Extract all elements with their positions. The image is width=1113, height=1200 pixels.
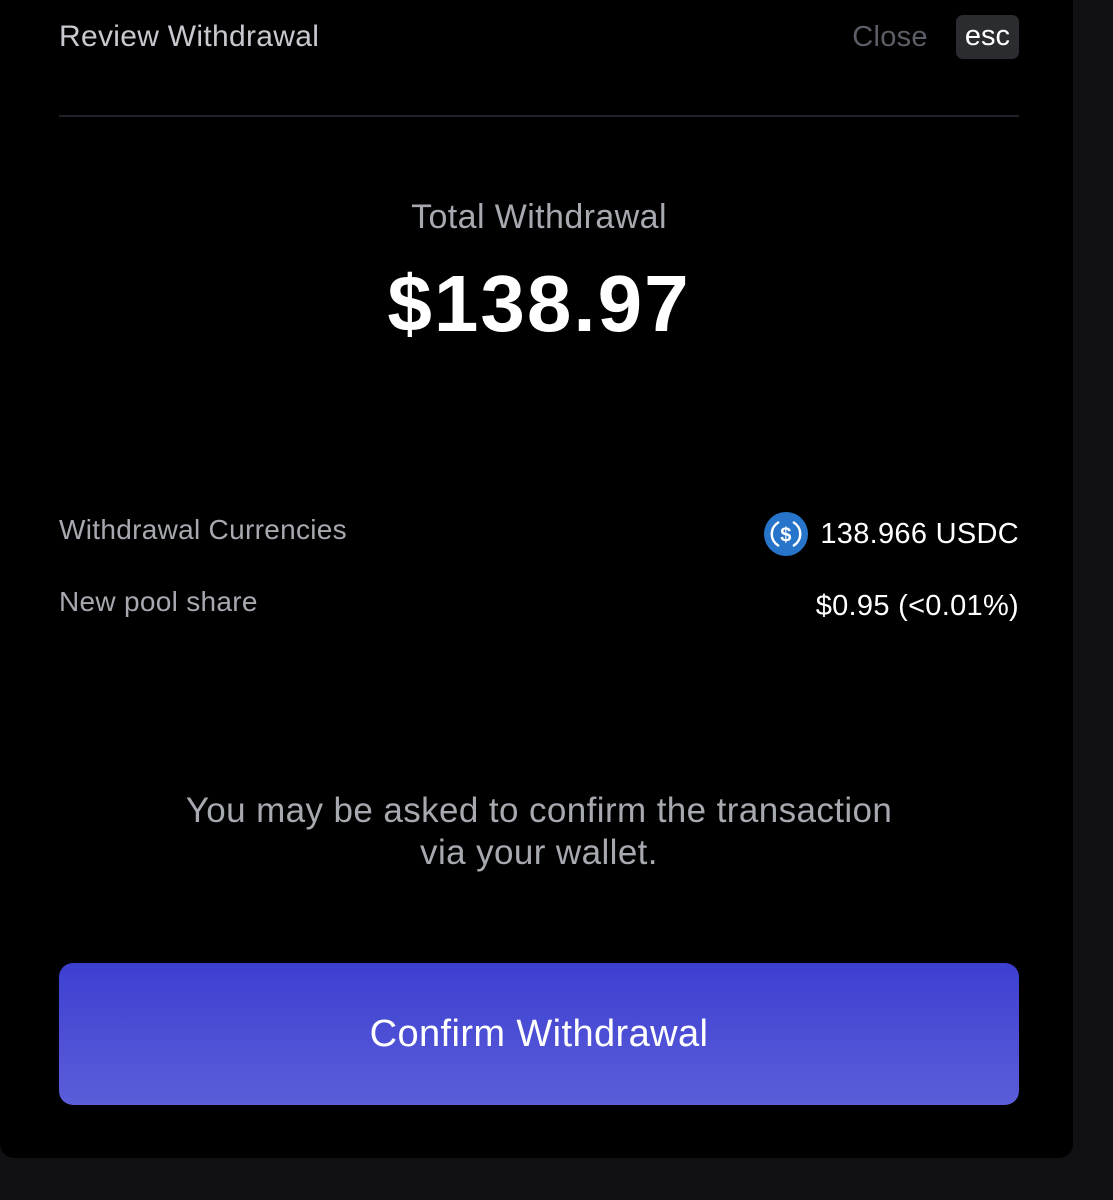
new-pool-share-label: New pool share: [59, 586, 258, 617]
modal-header: Review Withdrawal Close esc: [59, 14, 1019, 64]
header-divider: [59, 115, 1019, 117]
withdrawal-currencies-label: Withdrawal Currencies: [59, 514, 347, 545]
new-pool-share-row: New pool share $0.95 (<0.01%): [59, 584, 1019, 628]
confirm-withdrawal-button[interactable]: Confirm Withdrawal: [59, 963, 1019, 1105]
total-withdrawal-label: Total Withdrawal: [411, 198, 667, 236]
close-label[interactable]: Close: [852, 21, 928, 54]
withdrawal-currencies-amount: 138.966 USDC: [820, 517, 1019, 550]
wallet-confirmation-notice: You may be asked to confirm the transact…: [0, 790, 1078, 874]
esc-key-badge[interactable]: esc: [955, 15, 1019, 59]
usdc-icon: $: [764, 512, 809, 556]
svg-text:$: $: [781, 525, 792, 547]
close-button[interactable]: Close esc: [852, 14, 1019, 60]
new-pool-share-value: $0.95 (<0.01%): [815, 590, 1019, 622]
notice-line-1: You may be asked to confirm the transact…: [185, 791, 893, 830]
notice-line-2: via your wallet.: [420, 833, 658, 872]
review-withdrawal-modal: Review Withdrawal Close esc Total Withdr…: [0, 0, 1073, 1158]
total-withdrawal-amount: $138.97: [387, 259, 691, 348]
withdrawal-currencies-value: $ 138.966 USDC: [764, 512, 1019, 556]
modal-title: Review Withdrawal: [59, 20, 320, 53]
withdrawal-currencies-row: Withdrawal Currencies $ 138.966 USDC: [59, 510, 1019, 556]
